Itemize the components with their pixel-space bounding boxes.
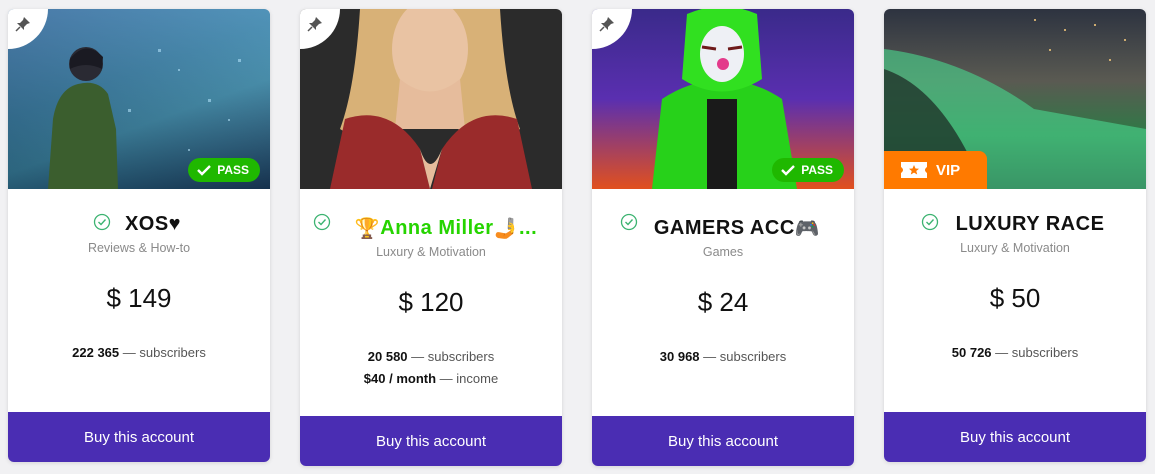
account-price: $ 50 xyxy=(989,283,1041,313)
verified-icon xyxy=(620,213,638,231)
vip-badge: VIP xyxy=(884,151,987,189)
checkmark-icon xyxy=(781,165,796,176)
account-price: $ 24 xyxy=(697,287,749,317)
account-title: LUXURY RACE xyxy=(884,209,1146,239)
account-category: Luxury & Motivation xyxy=(376,245,486,259)
buy-account-button[interactable]: Buy this account xyxy=(884,412,1146,462)
buy-account-button[interactable]: Buy this account xyxy=(8,412,270,462)
account-stats: 20 580 — subscribers $40 / month — incom… xyxy=(300,346,562,390)
subscribers-count: 30 968 xyxy=(659,349,700,364)
subscribers-label: — subscribers xyxy=(122,345,206,360)
subscribers-count: 50 726 xyxy=(951,345,992,360)
account-title: GAMERS ACC 🎮 xyxy=(592,213,854,243)
account-card-anna-miller[interactable]: 🏆 Anna Miller 🤳 ... Luxury & Motivation … xyxy=(300,9,562,466)
checkmark-icon xyxy=(197,165,212,176)
account-stats: 222 365 — subscribers xyxy=(8,342,270,364)
account-card-xos[interactable]: PASS XOS♥ Reviews & How-to $ 149 222 365… xyxy=(8,9,270,462)
account-category: Luxury & Motivation xyxy=(960,241,1070,255)
income-label: — income xyxy=(439,371,499,386)
income-value: $40 / month xyxy=(363,371,437,386)
account-title: XOS♥ xyxy=(8,209,270,239)
account-price: $ 120 xyxy=(398,287,464,317)
pass-badge: PASS xyxy=(188,158,260,182)
account-title: 🏆 Anna Miller 🤳 ... xyxy=(300,213,562,243)
verified-icon xyxy=(313,213,331,231)
account-card-luxury-race[interactable]: VIP LUXURY RACE Luxury & Motivation $ 50… xyxy=(884,9,1146,462)
card-image xyxy=(300,9,562,189)
buy-account-button[interactable]: Buy this account xyxy=(300,416,562,466)
card-image: PASS xyxy=(592,9,854,189)
account-category: Games xyxy=(702,245,744,259)
subscribers-count: 20 580 xyxy=(367,349,408,364)
pass-badge: PASS xyxy=(772,158,844,182)
account-card-gamers-acc[interactable]: PASS GAMERS ACC 🎮 Games $ 24 30 968 — su… xyxy=(592,9,854,466)
card-image: VIP xyxy=(884,9,1146,189)
ticket-icon xyxy=(901,162,927,178)
account-stats: 30 968 — subscribers xyxy=(592,346,854,368)
subscribers-label: — subscribers xyxy=(703,349,787,364)
buy-account-button[interactable]: Buy this account xyxy=(592,416,854,466)
verified-icon xyxy=(921,213,939,231)
subscribers-count: 222 365 xyxy=(72,345,120,360)
trophy-emoji: 🏆 xyxy=(354,217,381,240)
card-image: PASS xyxy=(8,9,270,189)
account-stats: 50 726 — subscribers xyxy=(884,342,1146,364)
verified-icon xyxy=(93,213,111,231)
selfie-emoji: 🤳 xyxy=(493,217,519,240)
account-price: $ 149 xyxy=(106,283,172,313)
account-category: Reviews & How-to xyxy=(87,241,191,255)
gamepad-emoji: 🎮 xyxy=(794,217,821,240)
subscribers-label: — subscribers xyxy=(411,349,495,364)
subscribers-label: — subscribers xyxy=(995,345,1079,360)
